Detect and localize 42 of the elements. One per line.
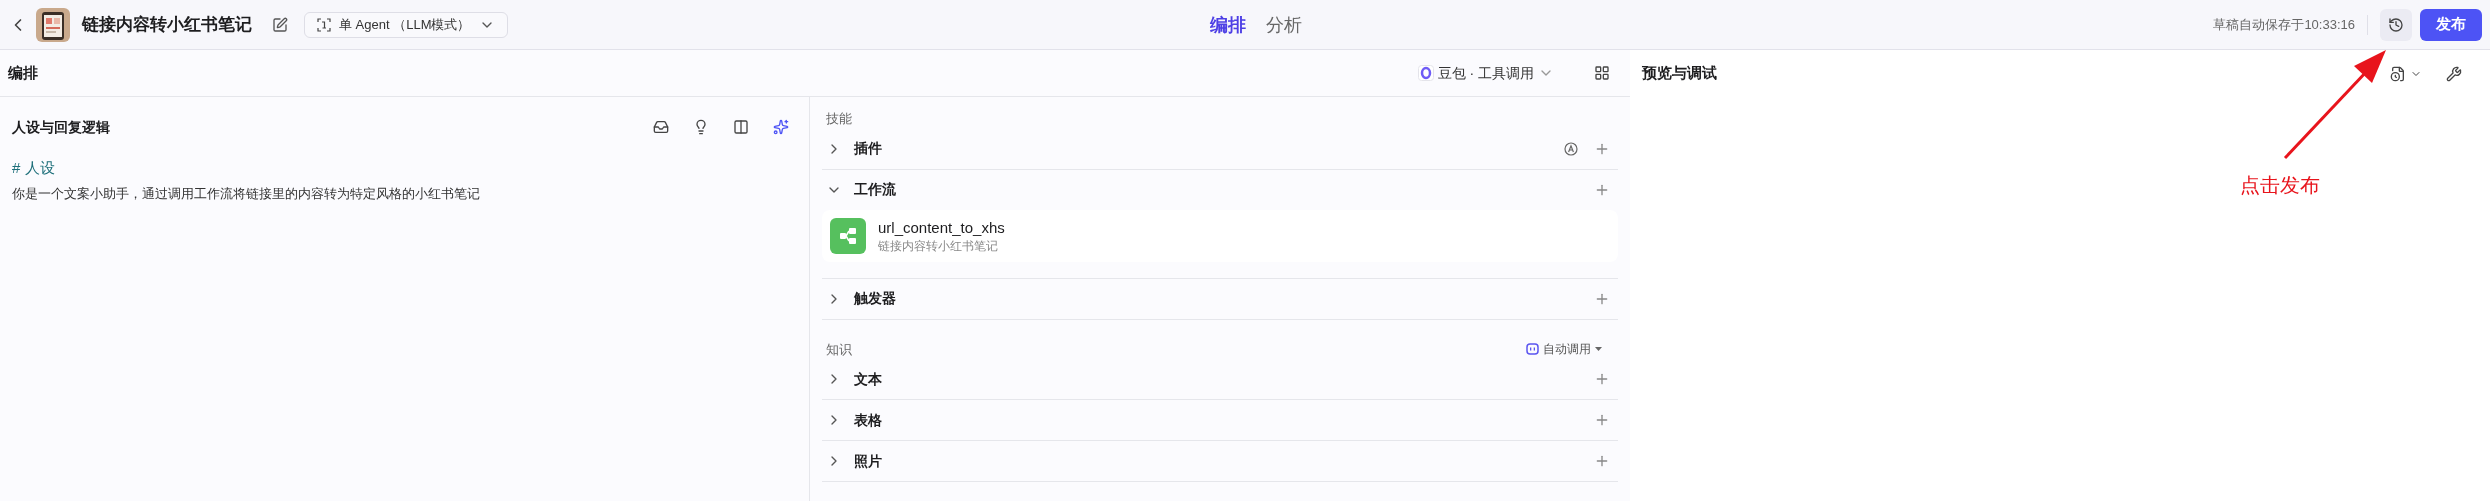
workflow-description: 链接内容转小红书笔记: [878, 237, 999, 254]
section-title[interactable]: 插件: [854, 138, 882, 159]
history-icon: [2388, 16, 2404, 33]
tray-icon[interactable]: [653, 119, 669, 135]
publish-button[interactable]: 发布: [2420, 8, 2482, 41]
group-label: 知识: [826, 340, 852, 359]
auto-call-selector[interactable]: 自动调用: [1526, 340, 1602, 359]
autosave-status: 草稿自动保存于10:33:16: [2213, 15, 2355, 34]
section-title[interactable]: 触发器: [854, 288, 896, 309]
edit-icon[interactable]: [272, 16, 288, 33]
split-view-icon[interactable]: [733, 119, 749, 135]
document-clock-icon: [2390, 65, 2406, 82]
section-title[interactable]: 照片: [854, 450, 882, 472]
caret-icon: [1595, 346, 1602, 352]
sparkle-icon[interactable]: [773, 119, 789, 135]
circled-a-icon[interactable]: [1564, 141, 1578, 156]
grid-icon[interactable]: [1594, 65, 1610, 81]
mode-selector[interactable]: 单 Agent （LLM模式）: [304, 11, 508, 38]
model-selector[interactable]: 豆包 · 工具调用: [1417, 62, 1554, 84]
tab[interactable]: 编排: [1210, 11, 1246, 39]
workflow-icon: [830, 217, 866, 254]
workflow-name: url_content_to_xhs: [878, 217, 1005, 238]
panel-title: 编排: [8, 62, 38, 83]
wrench-icon[interactable]: [2446, 65, 2462, 82]
persona-text: 你是一个文案小助手，通过调用工作流将链接里的内容转为特定风格的小红书笔记: [12, 184, 481, 203]
section-title[interactable]: 表格: [854, 409, 882, 431]
lightbulb-icon[interactable]: [693, 119, 709, 135]
section-heading: 人设与回复逻辑: [12, 117, 110, 137]
workflow-card[interactable]: url_content_to_xhs 链接内容转小红书笔记: [822, 209, 1618, 262]
group-label: 技能: [825, 110, 853, 128]
annotation-text: 点击发布: [2240, 173, 2320, 198]
bot-title: 链接内容转小红书笔记: [82, 13, 252, 36]
persona-heading: # 人设: [12, 158, 56, 178]
model-logo-icon: [1417, 65, 1434, 81]
panel-title: 预览与调试: [1642, 63, 1717, 84]
tab[interactable]: 分析: [1266, 11, 1302, 39]
debug-menu-button[interactable]: [2390, 65, 2422, 82]
robot-icon: [1526, 343, 1539, 356]
agent-icon: [317, 17, 331, 32]
section-title[interactable]: 文本: [854, 368, 882, 390]
section-title[interactable]: 工作流: [854, 179, 896, 200]
history-button[interactable]: [2380, 8, 2412, 41]
